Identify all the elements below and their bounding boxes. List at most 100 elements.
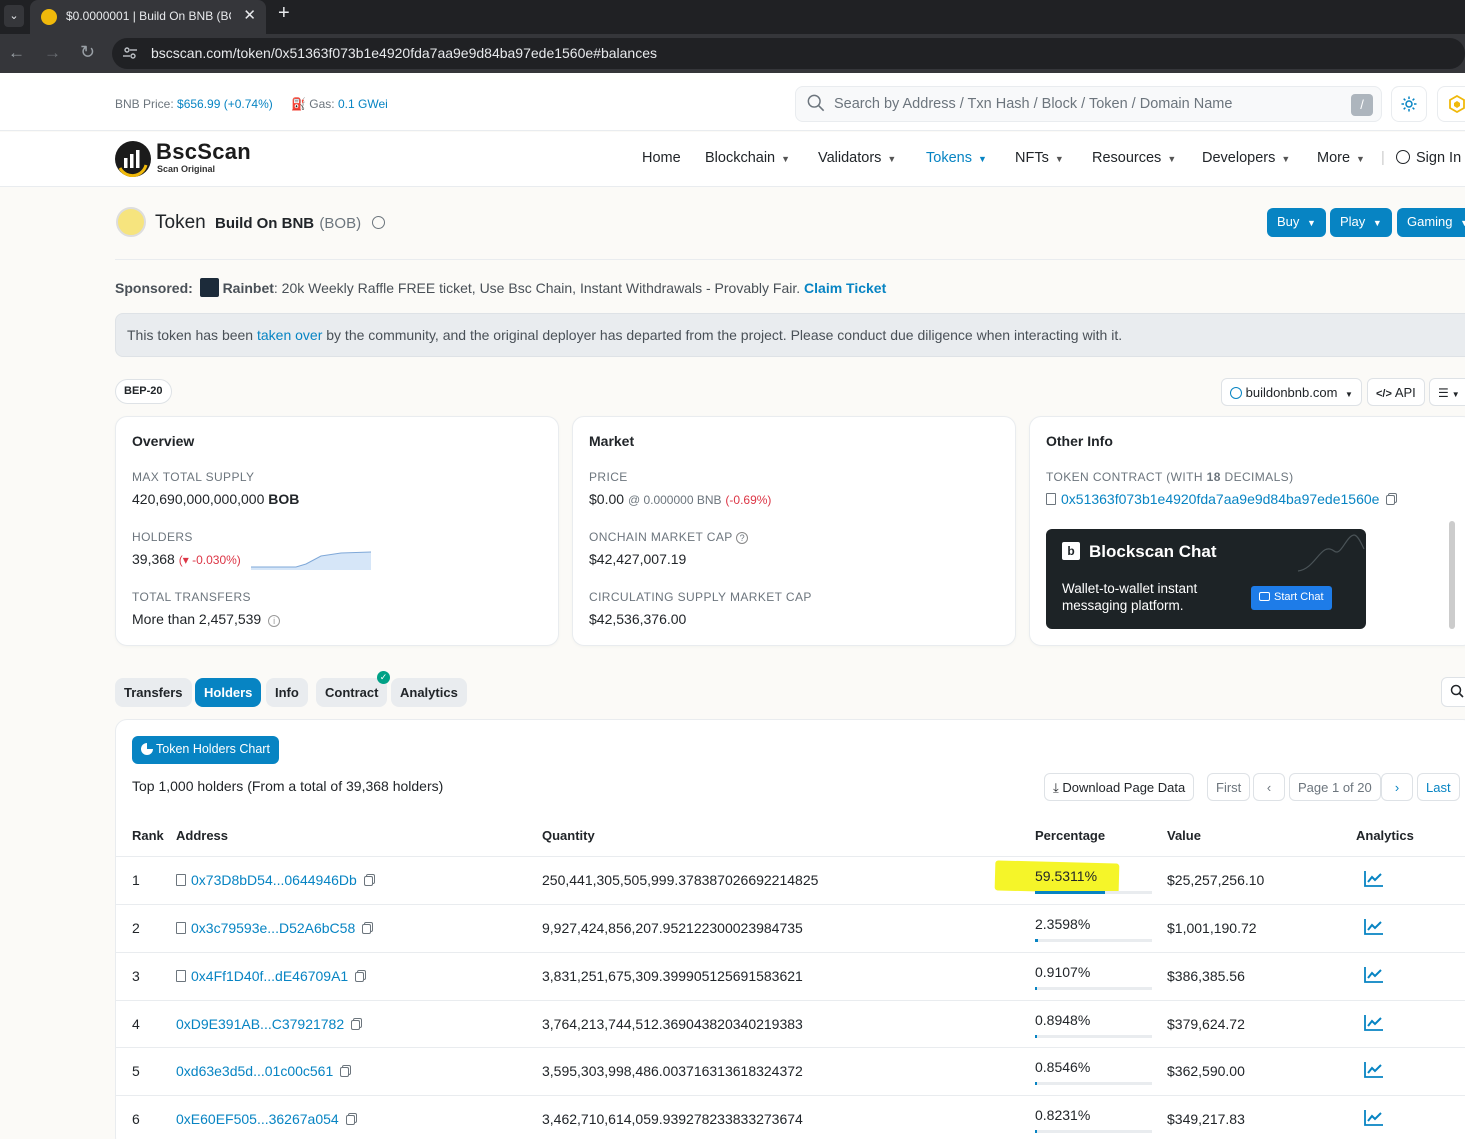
forward-button[interactable]: → <box>44 43 61 63</box>
copy-icon[interactable] <box>351 1020 361 1030</box>
gaming-label: Gaming <box>1407 214 1453 229</box>
info-icon[interactable]: i <box>268 615 281 627</box>
bnb-price-value[interactable]: $656.99 (+0.74%) <box>177 97 273 111</box>
browser-tab[interactable]: $0.0000001 | Build On BNB (BO ✕ <box>30 0 266 34</box>
max-supply-value: 420,690,000,000,000 BOB <box>132 491 299 507</box>
holder-address-link[interactable]: 0x4Ff1D40f...dE46709A1 <box>191 968 348 984</box>
col-quantity: Quantity <box>542 828 595 843</box>
copy-icon[interactable] <box>355 972 365 982</box>
gas-value[interactable]: 0.1 GWei <box>338 97 388 111</box>
tab-close-icon[interactable]: ✕ <box>243 6 256 24</box>
holder-address-link[interactable]: 0xd63e3d5d...01c00c561 <box>176 1063 333 1079</box>
address-bar[interactable]: bscscan.com/token/0x51363f073b1e4920fda7… <box>112 38 1465 69</box>
tab-contract[interactable]: Contract <box>316 678 388 707</box>
new-tab-button[interactable]: + <box>278 2 290 25</box>
bnb-chain-button[interactable] <box>1437 86 1465 122</box>
analytics-chart-icon[interactable] <box>1364 1061 1384 1082</box>
holders-sparkline <box>251 551 371 570</box>
holder-address-link[interactable]: 0x3c79593e...D52A6bC58 <box>191 920 355 936</box>
percentage-bar <box>1035 1130 1152 1133</box>
start-chat-button[interactable]: Start Chat <box>1251 586 1332 610</box>
analytics-chart-icon[interactable] <box>1364 918 1384 939</box>
holder-address-link[interactable]: 0xE60EF505...36267a054 <box>176 1111 339 1127</box>
nav-nfts[interactable]: NFTs ▼ <box>1015 150 1064 166</box>
nav-resources[interactable]: Resources ▼ <box>1092 150 1176 166</box>
sign-in-link[interactable]: Sign In <box>1396 150 1461 166</box>
reload-button[interactable]: ↻ <box>80 42 95 63</box>
first-page-button[interactable]: First <box>1207 773 1251 801</box>
table-row: 6 0xE60EF505...36267a054 3,462,710,614,059… <box>116 1095 1465 1139</box>
nav-blockchain[interactable]: Blockchain ▼ <box>705 150 790 166</box>
percentage-bar-fill <box>1035 939 1038 942</box>
col-percentage: Percentage <box>1035 828 1106 843</box>
token-holders-chart-button[interactable]: Token Holders Chart <box>132 736 279 764</box>
percentage-bar <box>1035 1035 1152 1038</box>
website-button[interactable]: buildonbnb.com ▼ <box>1221 378 1362 406</box>
last-page-button[interactable]: Last <box>1417 773 1460 801</box>
globe-icon <box>1230 387 1242 399</box>
download-page-data-button[interactable]: ⤓ Download Page Data <box>1044 773 1195 801</box>
chevron-right-icon: › <box>1394 780 1400 795</box>
value-cell: $379,624.72 <box>1167 1016 1245 1032</box>
scrollbar[interactable] <box>1449 521 1455 629</box>
play-button[interactable]: Play ▼ <box>1330 208 1392 237</box>
copy-icon[interactable] <box>1386 495 1396 505</box>
nav-validators[interactable]: Validators ▼ <box>818 150 896 166</box>
holders-label: HOLDERS <box>132 530 193 544</box>
analytics-chart-icon[interactable] <box>1364 1014 1384 1035</box>
tab-holders[interactable]: Holders <box>195 678 262 707</box>
blockscan-chat-ad[interactable]: b Blockscan Chat Wallet-to-wallet instan… <box>1046 529 1366 629</box>
more-options-button[interactable]: ☰ ▼ <box>1429 378 1465 406</box>
analytics-chart-icon[interactable] <box>1364 966 1384 987</box>
tab-info[interactable]: Info <box>266 678 308 707</box>
down-arrow-icon: ▾ <box>182 553 189 567</box>
nav-home[interactable]: Home <box>642 150 681 166</box>
tab-analytics[interactable]: Analytics <box>391 678 467 707</box>
download-label: Download Page Data <box>1062 780 1186 795</box>
copy-icon[interactable] <box>340 1067 350 1077</box>
tab-transfers[interactable]: Transfers <box>115 678 192 707</box>
buy-button[interactable]: Buy ▼ <box>1267 208 1326 237</box>
search-holders-button[interactable] <box>1441 677 1465 707</box>
nav-developers[interactable]: Developers ▼ <box>1202 150 1290 166</box>
contract-address-link[interactable]: 0x51363f073b1e4920fda7aa9e9d84ba97ede156… <box>1061 491 1379 507</box>
api-button[interactable]: </> API <box>1367 378 1425 406</box>
percentage-cell: 0.8546% <box>1035 1059 1091 1075</box>
next-page-button[interactable]: › <box>1381 773 1413 801</box>
nav-tokens[interactable]: Tokens ▼ <box>926 150 987 166</box>
question-icon[interactable]: ? <box>736 532 749 544</box>
website-label: buildonbnb.com <box>1245 385 1338 400</box>
chevron-down-icon: ▼ <box>781 154 791 164</box>
quantity-cell: 3,764,213,744,512.369043820340219383 <box>542 1016 803 1032</box>
analytics-chart-icon[interactable] <box>1364 1109 1384 1130</box>
percentage-bar-fill <box>1035 1130 1038 1133</box>
tab-list-dropdown[interactable]: ⌄ <box>4 5 24 27</box>
theme-toggle-button[interactable] <box>1391 86 1427 122</box>
taken-over-link[interactable]: taken over <box>257 327 322 343</box>
claim-ticket-link[interactable]: Claim Ticket <box>804 280 886 296</box>
chat-text: Wallet-to-wallet instant messaging platf… <box>1062 581 1198 613</box>
transfers-count: More than 2,457,539 <box>132 611 262 627</box>
quantity-cell: 3,462,710,614,059.939278233833273674 <box>542 1111 803 1127</box>
back-button[interactable]: ← <box>8 43 25 63</box>
prev-page-button[interactable]: ‹ <box>1253 773 1285 801</box>
table-row: 2 0x3c79593e...D52A6bC58 9,927,424,856,207… <box>116 904 1465 952</box>
holder-address-link[interactable]: 0x73D8bD54...0644946Db <box>191 872 357 888</box>
bscscan-logo-icon[interactable] <box>115 141 151 178</box>
nav-more[interactable]: More ▼ <box>1317 150 1365 166</box>
copy-icon[interactable] <box>363 876 373 886</box>
copy-icon[interactable] <box>345 1115 355 1125</box>
contract-doc-icon <box>1046 493 1056 505</box>
transfers-label: TOTAL TRANSFERS <box>132 590 251 604</box>
site-settings-icon[interactable] <box>122 45 139 62</box>
percentage-bar <box>1035 987 1152 990</box>
copy-icon[interactable] <box>362 924 372 934</box>
search-input[interactable]: Search by Address / Txn Hash / Block / T… <box>795 86 1382 122</box>
analytics-chart-icon[interactable] <box>1364 870 1384 891</box>
holder-address-link[interactable]: 0xD9E391AB...C37921782 <box>176 1016 344 1032</box>
list-icon: ☰ <box>1438 386 1449 400</box>
logo-title[interactable]: BscScan <box>156 139 251 165</box>
percentage-cell: 0.9107% <box>1035 964 1091 980</box>
address-cell: 0x4Ff1D40f...dE46709A1 <box>176 968 365 984</box>
gaming-button[interactable]: Gaming ▼ <box>1397 208 1465 237</box>
